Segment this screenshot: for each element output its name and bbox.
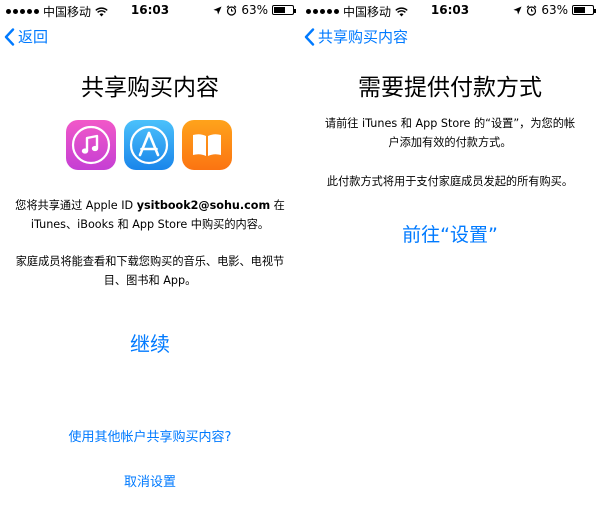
family-sharing-screen: 中国移动 16:03 63% 返回 共享购买内容 您将共享通过 Apple ID… [0,0,300,526]
continue-button[interactable]: 继续 [0,328,300,357]
battery-level [274,7,285,13]
battery-icon [272,5,296,15]
itunes-music-icon [66,120,116,170]
description-prefix: 您将共享通过 Apple ID [15,199,137,212]
status-bar: 中国移动 16:03 63% [0,0,300,20]
chevron-left-icon [4,27,15,46]
alarm-clock-icon [526,4,537,16]
apple-id: ysitbook2@sohu.com [136,199,271,212]
sharing-description: 您将共享通过 Apple ID ysitbook2@sohu.com 在 iTu… [14,196,286,234]
other-account-link[interactable]: 使用其他帐户共享购买内容? [0,426,300,445]
back-button[interactable]: 返回 [4,26,48,47]
battery-percent: 63% [541,3,568,17]
location-arrow-icon [213,5,222,15]
payment-usage-note: 此付款方式将用于支付家庭成员发起的所有购买。 [326,175,574,188]
status-right: 63% [213,3,296,17]
back-label: 返回 [18,28,49,46]
battery-level [574,7,585,13]
chevron-left-icon [304,27,315,46]
battery-icon [572,5,596,15]
back-button[interactable]: 共享购买内容 [304,26,408,47]
status-right: 63% [513,3,596,17]
payment-method-screen: 中国移动 16:03 63% 共享购买内容 需要提供付款方式 请前往 iTune… [300,0,600,526]
family-description: 家庭成员将能查看和下载您购买的音乐、电影、电视节目、图书和 App。 [15,255,285,287]
page-title: 需要提供付款方式 [358,75,542,101]
go-to-settings-button[interactable]: 前往“设置” [300,220,600,247]
payment-instructions: 请前往 iTunes 和 App Store 的“设置”，为您的帐户添加有效的付… [324,117,576,149]
app-store-icon [124,120,174,170]
cancel-setup-button[interactable]: 取消设置 [0,471,300,490]
status-bar: 中国移动 16:03 63% [300,0,600,20]
battery-percent: 63% [241,3,268,17]
location-arrow-icon [513,5,522,15]
alarm-clock-icon [226,4,237,16]
page-title: 共享购买内容 [81,75,219,101]
store-icons [66,120,232,170]
back-label: 共享购买内容 [318,28,409,46]
ibooks-icon [182,120,232,170]
